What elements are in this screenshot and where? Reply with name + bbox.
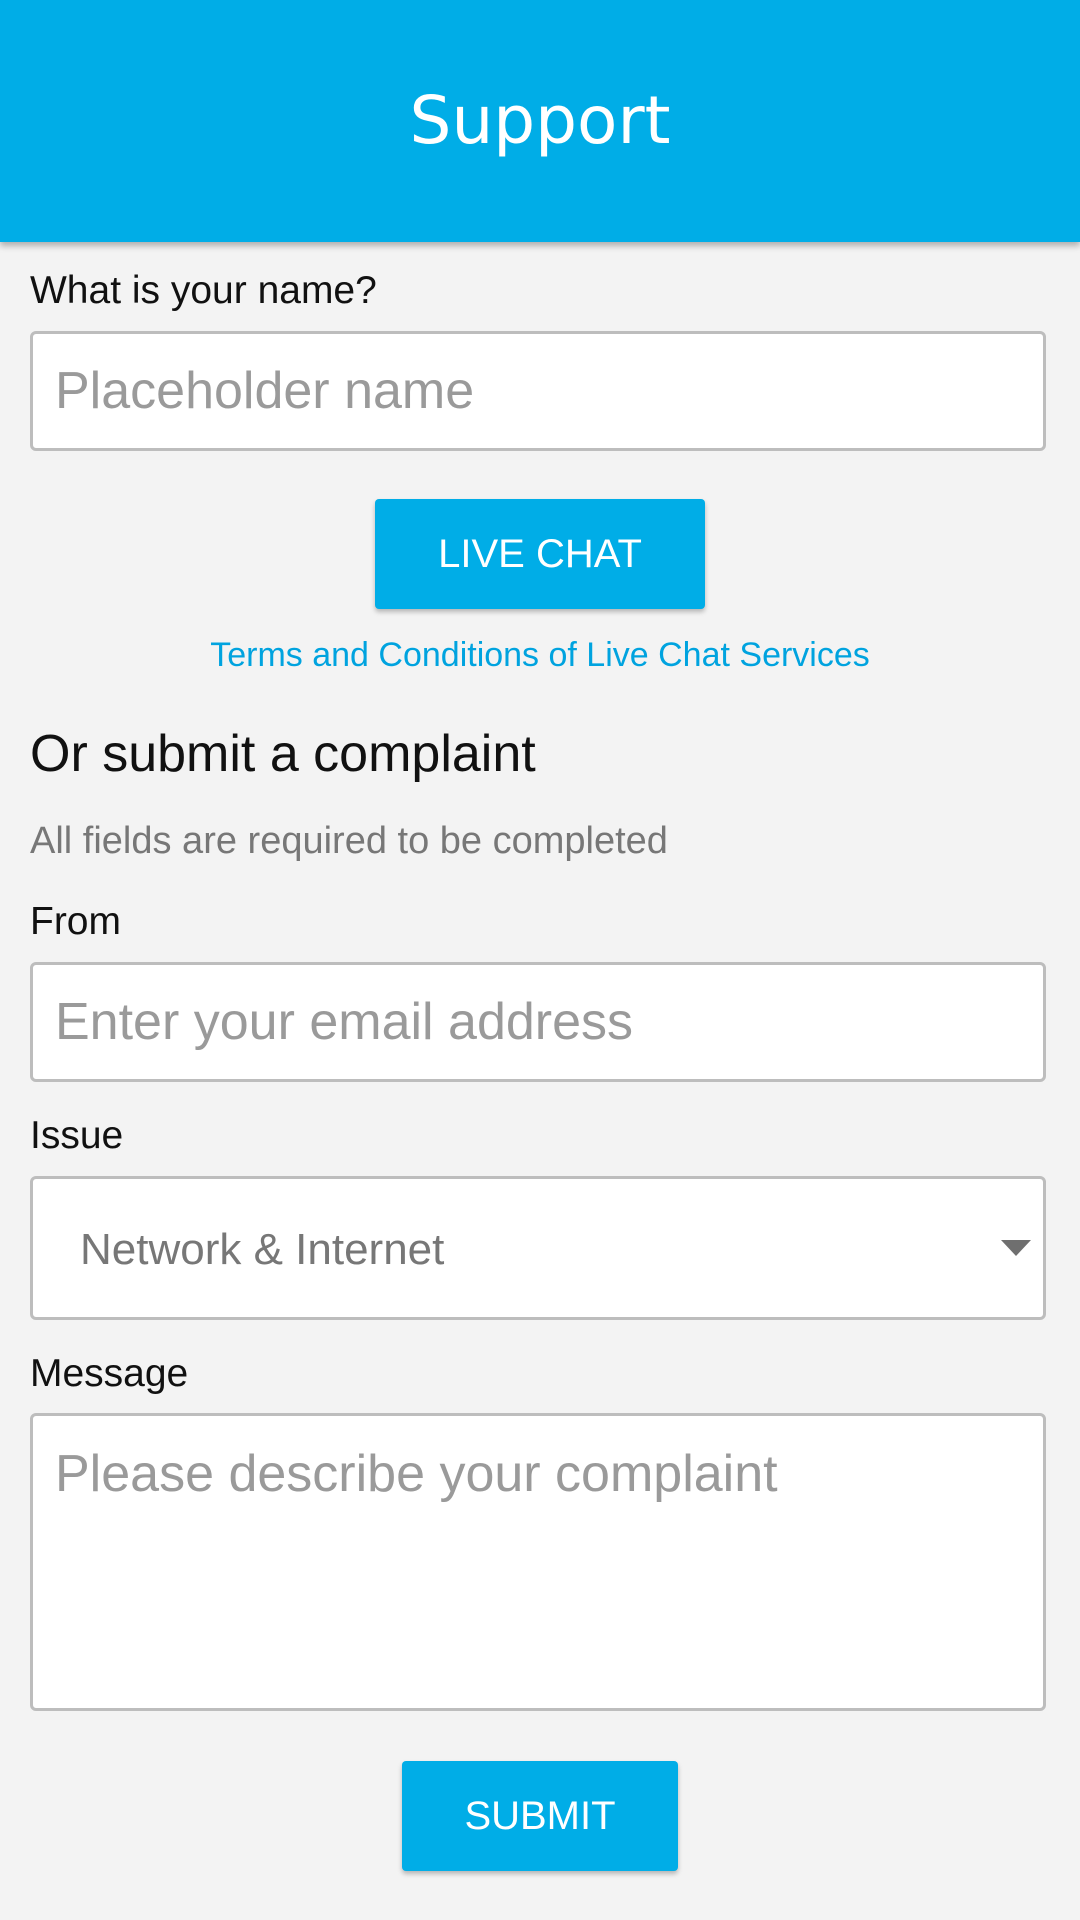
issue-label: Issue [30,1114,124,1157]
name-label: What is your name? [30,269,377,312]
email-field[interactable] [30,962,1046,1082]
issue-selected-value: Network & Internet [80,1225,445,1274]
issue-select[interactable]: Network & Internet [30,1176,1046,1320]
message-label: Message [30,1352,189,1395]
from-label: From [30,900,121,943]
app-bar: Support [0,0,1080,242]
page-title: Support [409,82,671,159]
chevron-down-icon [1001,1240,1031,1256]
message-textarea[interactable] [30,1413,1046,1711]
name-input[interactable] [30,331,1046,451]
submit-button[interactable]: SUBMIT [402,1761,678,1871]
live-chat-terms-link[interactable]: Terms and Conditions of Live Chat Servic… [0,634,1080,676]
required-fields-note: All fields are required to be completed [30,820,668,862]
complaint-heading: Or submit a complaint [30,725,536,783]
live-chat-button[interactable]: LIVE CHAT [375,499,705,609]
